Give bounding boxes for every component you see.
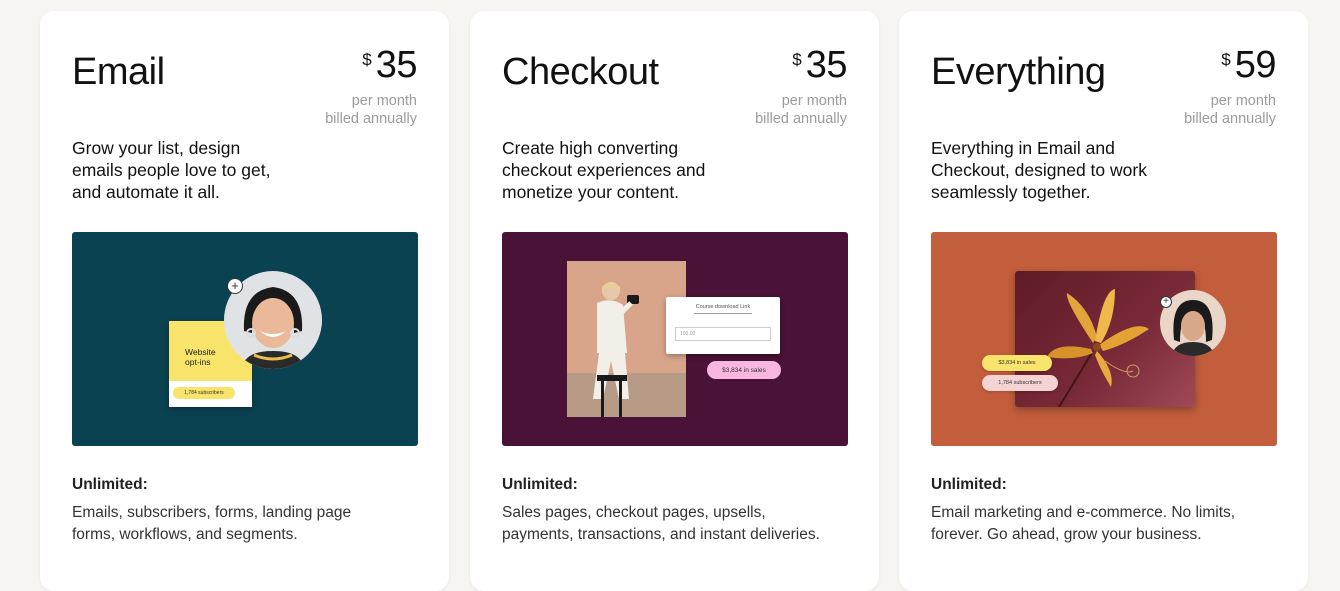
description-line: monetize your content. [502, 182, 680, 202]
plan-description: Create high converting checkout experien… [502, 137, 802, 203]
unlimited-description: Emails, subscribers, forms, landing page… [72, 502, 422, 546]
subscriber-pill: 1,784 subscribers [982, 375, 1058, 391]
plan-description: Grow your list, design emails people lov… [72, 137, 372, 203]
plan-description: Everything in Email and Checkout, design… [931, 137, 1231, 203]
plan-card-email: Email $ 35 per month billed annually Gro… [40, 11, 449, 591]
form-divider [694, 313, 752, 314]
description-line: Checkout, designed to work [931, 160, 1147, 180]
plus-icon: + [227, 278, 243, 294]
billing-period: per month billed annually [325, 92, 417, 128]
plan-illustration: Course download Link 100.00 $3,834 in sa… [502, 232, 848, 446]
unlimited-line: forever. Go ahead, grow your business. [931, 526, 1202, 543]
price-amount: 35 [375, 44, 418, 86]
unlimited-label: Unlimited: [502, 476, 578, 493]
checkout-form: Course download Link 100.00 [666, 297, 780, 354]
optin-label: Website [185, 347, 216, 357]
currency-symbol: $ [1221, 50, 1231, 69]
unlimited-description: Email marketing and e-commerce. No limit… [931, 502, 1281, 546]
optin-label: opt-ins [185, 357, 211, 367]
description-line: and automate it all. [72, 182, 220, 202]
plan-illustration: Website opt-ins 1,784 subscribers + [72, 232, 418, 446]
price-amount: 35 [805, 44, 848, 86]
description-line: Create high converting [502, 138, 679, 158]
period-line: billed annually [325, 111, 417, 127]
plan-card-checkout: Checkout $ 35 per month billed annually … [470, 11, 879, 591]
billing-period: per month billed annually [755, 92, 847, 128]
unlimited-line: forms, workflows, and segments. [72, 526, 298, 543]
plan-price: $ 35 [362, 44, 417, 87]
plan-card-everything: Everything $ 59 per month billed annuall… [899, 11, 1308, 591]
period-line: billed annually [755, 111, 847, 127]
unlimited-description: Sales pages, checkout pages, upsells, pa… [502, 502, 852, 546]
period-line: per month [351, 93, 417, 109]
form-title: Course download Link [695, 304, 751, 310]
description-line: emails people love to get, [72, 160, 271, 180]
unlimited-label: Unlimited: [931, 476, 1007, 493]
period-line: per month [781, 93, 847, 109]
plan-title: Everything [931, 51, 1106, 93]
sales-pill: $3,834 in sales [707, 361, 781, 379]
unlimited-line: Email marketing and e-commerce. No limit… [931, 504, 1236, 521]
plan-price: $ 59 [1221, 44, 1276, 87]
billing-period: per month billed annually [1184, 92, 1276, 128]
unlimited-label: Unlimited: [72, 476, 148, 493]
subscriber-pill: 1,784 subscribers [173, 387, 235, 399]
sales-pill: $3,834 in sales [982, 355, 1052, 371]
unlimited-line: Sales pages, checkout pages, upsells, [502, 504, 766, 521]
plan-price: $ 35 [792, 44, 847, 87]
plan-title: Email [72, 51, 165, 93]
period-line: per month [1210, 93, 1276, 109]
description-line: checkout experiences and [502, 160, 706, 180]
currency-symbol: $ [792, 50, 802, 69]
currency-symbol: $ [362, 50, 372, 69]
description-line: seamlessly together. [931, 182, 1091, 202]
description-line: Everything in Email and [931, 138, 1115, 158]
unlimited-line: payments, transactions, and instant deli… [502, 526, 820, 543]
plan-title: Checkout [502, 51, 659, 93]
period-line: billed annually [1184, 111, 1276, 127]
price-amount: 59 [1234, 44, 1277, 86]
unlimited-line: Emails, subscribers, forms, landing page [72, 504, 352, 521]
plan-illustration: + $3,834 in sales 1,784 subscribers [931, 232, 1277, 446]
description-line: Grow your list, design [72, 138, 241, 158]
form-input: 100.00 [675, 327, 771, 341]
plus-icon: + [1160, 296, 1172, 308]
